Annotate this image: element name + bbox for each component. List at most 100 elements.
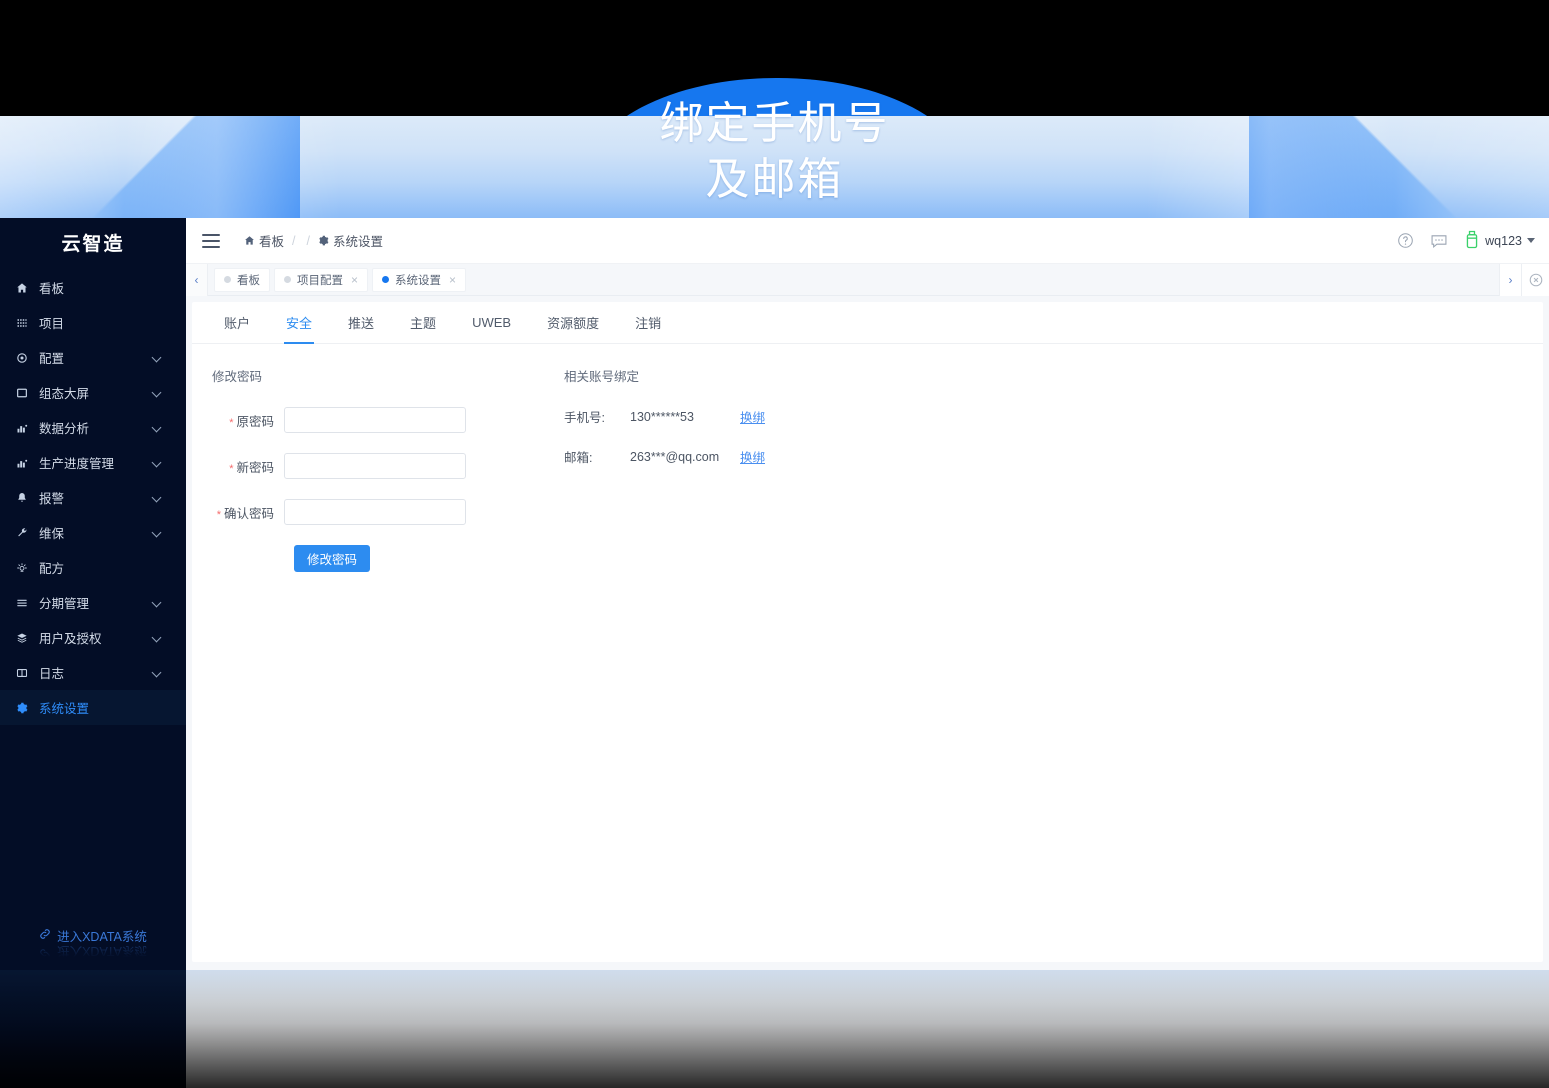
breadcrumb-item-settings[interactable]: 系统设置 <box>318 231 383 250</box>
sidebar-item-4[interactable]: 组态大屏 <box>0 375 186 410</box>
chevron-down-icon[interactable] <box>151 632 162 642</box>
bulb-icon <box>16 562 34 574</box>
chevron-down-icon[interactable] <box>151 422 162 432</box>
chevron-down-icon[interactable] <box>151 352 162 362</box>
rebind-link-1[interactable]: 换绑 <box>740 407 765 426</box>
sidebar-item-1[interactable]: 看板 <box>0 270 186 305</box>
password-field-label-1: * 原密码 <box>212 411 284 430</box>
chevron-down-icon[interactable] <box>151 527 162 537</box>
sidebar-footer: 进入XDATA系统 进入XDATA系统 <box>0 926 186 962</box>
sidebar-item-12[interactable]: 日志 <box>0 655 186 690</box>
subtab-3[interactable]: 推送 <box>330 302 392 344</box>
password-input-1[interactable] <box>284 407 466 433</box>
sidebar-item-5[interactable]: 数据分析 <box>0 410 186 445</box>
sidebar-item-8[interactable]: 维保 <box>0 515 186 550</box>
sidebar-item-label: 分期管理 <box>39 597 90 611</box>
required-marker: * <box>229 416 234 429</box>
sidebar-item-label: 系统设置 <box>39 702 90 716</box>
home-icon <box>244 235 255 246</box>
reflection-sidebar <box>0 970 186 1088</box>
bar-chart-icon <box>16 457 34 469</box>
sidebar-item-11[interactable]: 用户及授权 <box>0 620 186 655</box>
sidebar-item-3[interactable]: 配置 <box>0 340 186 375</box>
sidebar-item-label: 维保 <box>39 527 65 541</box>
chevron-down-icon[interactable] <box>151 597 162 607</box>
chevron-down-icon[interactable] <box>151 387 162 397</box>
close-circle-icon[interactable] <box>1521 263 1549 296</box>
subtab-7[interactable]: 注销 <box>617 302 679 344</box>
account-binding-title: 相关账号绑定 <box>564 370 640 384</box>
rebind-link-2[interactable]: 换绑 <box>740 447 765 466</box>
binding-value: 263***@qq.com <box>630 449 720 464</box>
settings-body: 修改密码 * 原密码 * 新密码 * 确认密码 修改密码 相关账号绑定 手机号: 130**… <box>192 344 1543 572</box>
settings-subtabs: 账户 安全 推送 主题 UWEB 资源额度 注销 <box>192 302 1543 344</box>
list-icon <box>16 597 34 609</box>
breadcrumb-separator-1: / <box>292 233 296 248</box>
subtab-label: 注销 <box>635 316 662 331</box>
subtab-6[interactable]: 资源额度 <box>529 302 617 344</box>
binding-value: 130******53 <box>630 409 694 424</box>
sidebar-item-label: 组态大屏 <box>39 387 90 401</box>
sidebar-item-2[interactable]: 项目 <box>0 305 186 340</box>
user-menu[interactable]: wq123 <box>1464 230 1535 252</box>
username-label: wq123 <box>1485 233 1522 248</box>
password-field-row-2: * 新密码 <box>212 453 564 479</box>
hamburger-icon[interactable] <box>202 233 220 248</box>
subtab-1[interactable]: 账户 <box>206 302 268 344</box>
chevron-down-icon[interactable] <box>151 667 162 677</box>
book-icon <box>16 667 34 679</box>
page-tab-3[interactable]: 系统设置 × <box>372 267 467 292</box>
password-input-2[interactable] <box>284 453 466 479</box>
settings-card: 账户 安全 推送 主题 UWEB 资源额度 注销 修改密码 * 原密码 * 新密码 * 确认密码 修改… <box>192 302 1543 962</box>
tab-list: 看板 项目配置 × 系统设置 × <box>208 267 1499 292</box>
change-password-title: 修改密码 <box>212 370 263 384</box>
banner-title: 绑定手机号 及邮箱 <box>659 99 890 204</box>
link-icon <box>39 928 51 943</box>
close-icon[interactable]: × <box>449 273 456 287</box>
page-tab-2[interactable]: 项目配置 × <box>274 267 369 292</box>
close-icon[interactable]: × <box>351 273 358 287</box>
sidebar-item-label: 日志 <box>39 667 65 681</box>
sidebar-footer-reflection: 进入XDATA系统 <box>39 943 147 962</box>
sidebar-item-label: 看板 <box>39 282 65 296</box>
sidebar-item-9[interactable]: 配方 <box>0 550 186 585</box>
sidebar-item-7[interactable]: 报警 <box>0 480 186 515</box>
sidebar: 云智造 看板 项目 配置 组态大屏 数据分析 生产进度管理 报警 维保 配方 分期管理 用户及授权日… <box>0 218 186 970</box>
grid-icon <box>16 317 34 329</box>
tab-label: 系统设置 <box>395 274 442 287</box>
link-icon-mirror <box>39 945 51 960</box>
question-circle-icon[interactable] <box>1397 232 1414 249</box>
tab-status-dot <box>382 276 390 283</box>
chevron-down-icon[interactable] <box>151 457 162 467</box>
breadcrumb-separator-2: / <box>306 233 310 248</box>
page-tab-1[interactable]: 看板 <box>214 267 270 292</box>
sidebar-item-label: 生产进度管理 <box>39 457 115 471</box>
message-icon[interactable] <box>1430 233 1448 249</box>
breadcrumb-label-dashboard: 看板 <box>259 235 285 249</box>
subtab-label: 账户 <box>224 316 251 331</box>
user-avatar-icon <box>1464 230 1480 252</box>
password-fields: * 原密码 * 新密码 * 确认密码 <box>212 407 564 525</box>
password-input-3[interactable] <box>284 499 466 525</box>
subtab-label: 主题 <box>410 316 437 331</box>
subtab-2[interactable]: 安全 <box>268 302 330 344</box>
sidebar-item-13[interactable]: 系统设置 <box>0 690 186 725</box>
monitor-icon <box>16 387 34 399</box>
sidebar-item-10[interactable]: 分期管理 <box>0 585 186 620</box>
chevron-down-icon <box>1527 238 1535 243</box>
field-label-text: 确认密码 <box>223 506 274 521</box>
tabstrip-scroll-left[interactable]: ‹ <box>186 263 208 296</box>
screenshot-stage: 绑定手机号 及邮箱 云智造 看板 项目 配置 组态大屏 数据分析 生产进度管理 报警 维保 配方… <box>0 0 1549 1088</box>
bell-icon <box>16 492 34 504</box>
top-banner: 绑定手机号 及邮箱 <box>0 0 1549 218</box>
sidebar-item-6[interactable]: 生产进度管理 <box>0 445 186 480</box>
tabstrip-scroll-right[interactable]: › <box>1499 263 1521 296</box>
change-password-button[interactable]: 修改密码 <box>294 545 371 572</box>
password-field-label-3: * 确认密码 <box>212 503 284 522</box>
gear-dot-icon <box>16 352 34 364</box>
required-marker: * <box>229 462 234 475</box>
subtab-5[interactable]: UWEB <box>454 302 529 344</box>
chevron-down-icon[interactable] <box>151 492 162 502</box>
subtab-4[interactable]: 主题 <box>392 302 454 344</box>
breadcrumb-item-dashboard[interactable]: 看板 <box>244 231 284 250</box>
